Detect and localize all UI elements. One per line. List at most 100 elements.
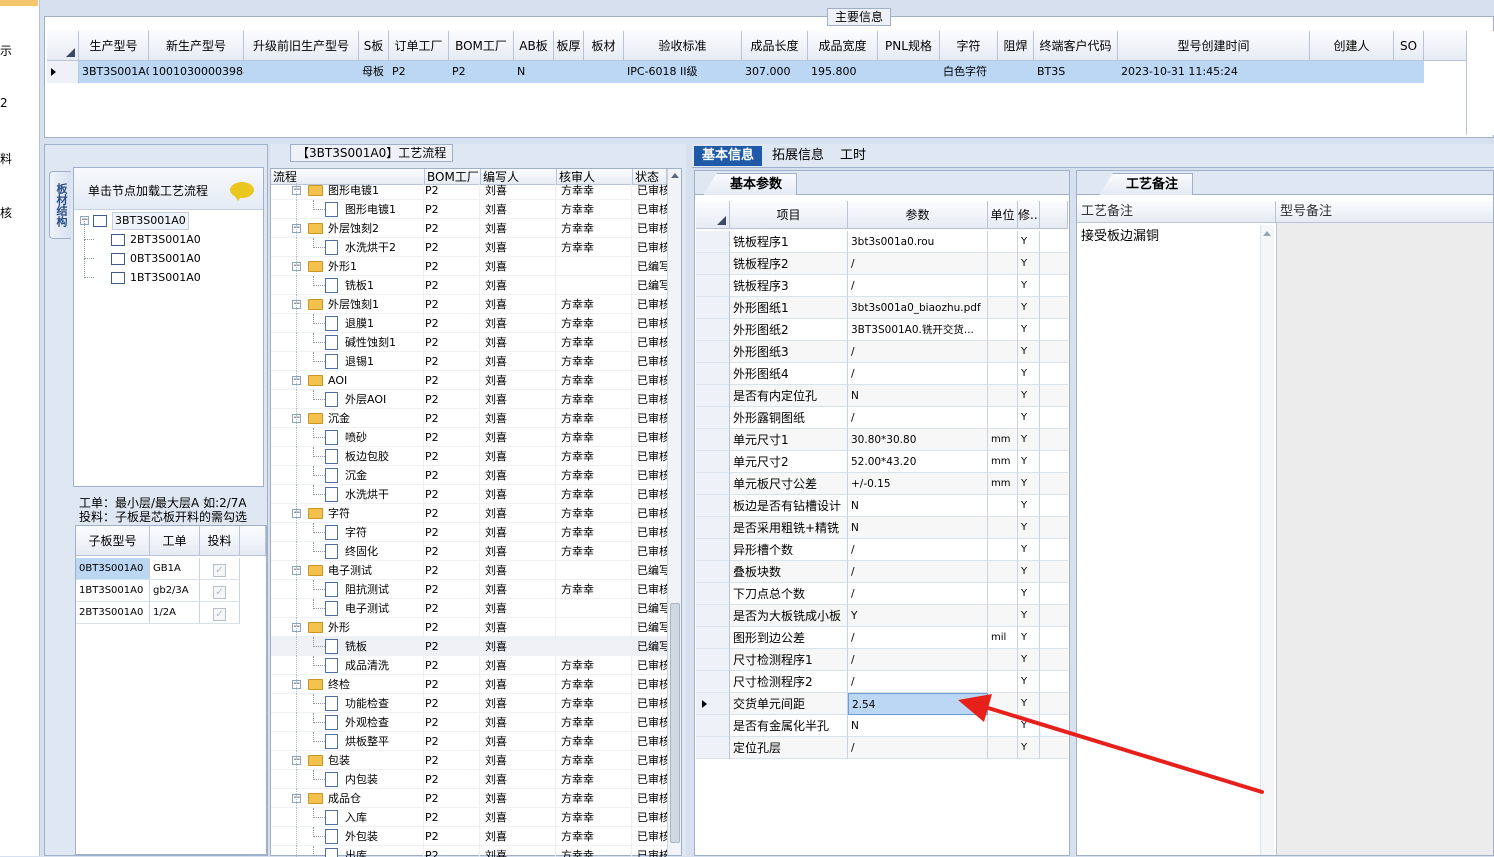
table-cell[interactable]: GB1A	[150, 558, 200, 580]
column-header[interactable]: 生产型号	[79, 31, 149, 61]
row-indicator[interactable]	[696, 407, 730, 429]
row-indicator[interactable]	[696, 473, 730, 495]
process-row[interactable]: − 沉金 P2 刘喜 方幸幸 已审核	[271, 409, 667, 428]
column-header[interactable]: 参数	[848, 201, 988, 229]
column-header[interactable]: 投料	[200, 526, 240, 556]
param-unit[interactable]	[988, 407, 1018, 429]
process-row[interactable]: 字符 P2 刘喜 方幸幸 已审核	[271, 523, 667, 542]
param-modifiable[interactable]: Y	[1018, 561, 1040, 583]
param-unit[interactable]	[988, 495, 1018, 517]
column-header[interactable]: 单位	[988, 201, 1018, 229]
column-header[interactable]: 终端客户代码	[1034, 31, 1118, 61]
column-header[interactable]: 板材	[584, 31, 624, 61]
column-header[interactable]: 字符	[940, 31, 998, 61]
param-modifiable[interactable]: Y	[1018, 473, 1040, 495]
table-cell[interactable]: 1/2A	[150, 602, 200, 624]
left-strip-item[interactable]: 2	[0, 96, 8, 110]
row-indicator[interactable]	[696, 737, 730, 759]
table-cell[interactable]	[244, 61, 359, 83]
process-row[interactable]: 板边包胶 P2 刘喜 方幸幸 已审核	[271, 447, 667, 466]
param-value[interactable]: /	[848, 627, 988, 649]
param-value[interactable]: N	[848, 385, 988, 407]
process-row[interactable]: 铣板1 P2 刘喜 已编写	[271, 276, 667, 295]
process-row[interactable]: 外层AOI P2 刘喜 方幸幸 已审核	[271, 390, 667, 409]
column-header[interactable]: 阻焊	[998, 31, 1034, 61]
table-cell[interactable]: IPC-6018 II级	[624, 61, 742, 83]
grid-corner[interactable]	[696, 201, 730, 229]
row-indicator[interactable]	[696, 671, 730, 693]
column-header[interactable]: 创建人	[1310, 31, 1394, 61]
row-indicator[interactable]	[696, 253, 730, 275]
param-modifiable[interactable]: Y	[1018, 451, 1040, 473]
process-row[interactable]: − 字符 P2 刘喜 方幸幸 已审核	[271, 504, 667, 523]
param-value[interactable]: 2.54	[848, 693, 988, 715]
param-value[interactable]: /	[848, 253, 988, 275]
process-row[interactable]: − 终检 P2 刘喜 方幸幸 已审核	[271, 675, 667, 694]
row-indicator[interactable]	[696, 561, 730, 583]
param-unit[interactable]	[988, 671, 1018, 693]
feed-checkbox[interactable]: ✓	[200, 602, 240, 624]
row-indicator[interactable]	[696, 275, 730, 297]
table-cell[interactable]: 母板	[359, 61, 389, 83]
param-modifiable[interactable]: Y	[1018, 737, 1040, 759]
param-unit[interactable]	[988, 341, 1018, 363]
row-indicator[interactable]	[696, 385, 730, 407]
structure-vtab[interactable]: 板材结构	[49, 171, 71, 239]
scroll-up-arrow[interactable]	[671, 173, 679, 178]
param-modifiable[interactable]: Y	[1018, 275, 1040, 297]
param-modifiable[interactable]: Y	[1018, 341, 1040, 363]
param-modifiable[interactable]: Y	[1018, 693, 1040, 715]
param-unit[interactable]	[988, 539, 1018, 561]
column-header[interactable]: 新生产型号	[149, 31, 244, 61]
column-header[interactable]: 板厚	[554, 31, 584, 61]
process-row[interactable]: − 外形 P2 刘喜 已编写	[271, 618, 667, 637]
process-row[interactable]: − 外层蚀刻1 P2 刘喜 方幸幸 已审核	[271, 295, 667, 314]
param-unit[interactable]	[988, 737, 1018, 759]
column-header[interactable]: 升级前旧生产型号	[244, 31, 359, 61]
process-row[interactable]: 外观检查 P2 刘喜 方幸幸 已审核	[271, 713, 667, 732]
param-unit[interactable]: mil	[988, 627, 1018, 649]
table-cell[interactable]: 10010300003988	[149, 61, 244, 83]
table-cell[interactable]: 307.000	[742, 61, 808, 83]
craft-remarks-scrollbar[interactable]	[1260, 225, 1274, 855]
param-unit[interactable]	[988, 715, 1018, 737]
table-cell[interactable]	[998, 61, 1034, 83]
row-indicator[interactable]	[696, 429, 730, 451]
process-row[interactable]: 水洗烘干 P2 刘喜 方幸幸 已审核	[271, 485, 667, 504]
column-header[interactable]: 型号创建时间	[1118, 31, 1310, 61]
row-indicator[interactable]	[696, 495, 730, 517]
process-row[interactable]: 出库 P2 刘喜 方幸幸 已审核	[271, 846, 667, 857]
middle-splitter[interactable]	[686, 144, 692, 856]
process-row[interactable]: 碱性蚀刻1 P2 刘喜 方幸幸 已审核	[271, 333, 667, 352]
process-row[interactable]: − AOI P2 刘喜 方幸幸 已审核	[271, 371, 667, 390]
param-unit[interactable]	[988, 561, 1018, 583]
main-info-right-scroll[interactable]	[1466, 31, 1494, 135]
process-row[interactable]: 入库 P2 刘喜 方幸幸 已审核	[271, 808, 667, 827]
process-row[interactable]: 功能检查 P2 刘喜 方幸幸 已审核	[271, 694, 667, 713]
table-cell[interactable]: 2BT3S001A0	[76, 602, 150, 624]
process-row[interactable]: 退锡1 P2 刘喜 方幸幸 已审核	[271, 352, 667, 371]
param-value[interactable]: N	[848, 715, 988, 737]
param-value[interactable]: /	[848, 649, 988, 671]
param-value[interactable]: 30.80*30.80	[848, 429, 988, 451]
tab-basic-params[interactable]: 基本参数	[703, 173, 798, 195]
param-value[interactable]: /	[848, 671, 988, 693]
param-modifiable[interactable]: Y	[1018, 605, 1040, 627]
process-row[interactable]: 电子测试 P2 刘喜 已编写	[271, 599, 667, 618]
param-unit[interactable]	[988, 231, 1018, 253]
param-modifiable[interactable]: Y	[1018, 649, 1040, 671]
param-modifiable[interactable]: Y	[1018, 495, 1040, 517]
process-row[interactable]: 铣板 P2 刘喜 已编写	[271, 637, 667, 656]
checkbox-icon[interactable]: ✓	[213, 586, 226, 599]
process-row[interactable]: 成品清洗 P2 刘喜 方幸幸 已审核	[271, 656, 667, 675]
param-unit[interactable]	[988, 253, 1018, 275]
param-modifiable[interactable]: Y	[1018, 319, 1040, 341]
column-header[interactable]: 修...	[1018, 201, 1040, 229]
column-header[interactable]: 验收标准	[624, 31, 742, 61]
column-header[interactable]: SO	[1394, 31, 1424, 61]
param-value[interactable]: /	[848, 275, 988, 297]
param-value[interactable]: 3bt3s001a0_biaozhu.pdf	[848, 297, 988, 319]
tab-extended-info[interactable]: 拓展信息	[764, 146, 832, 166]
row-indicator[interactable]	[696, 363, 730, 385]
process-row[interactable]: − 外形1 P2 刘喜 已编写	[271, 257, 667, 276]
